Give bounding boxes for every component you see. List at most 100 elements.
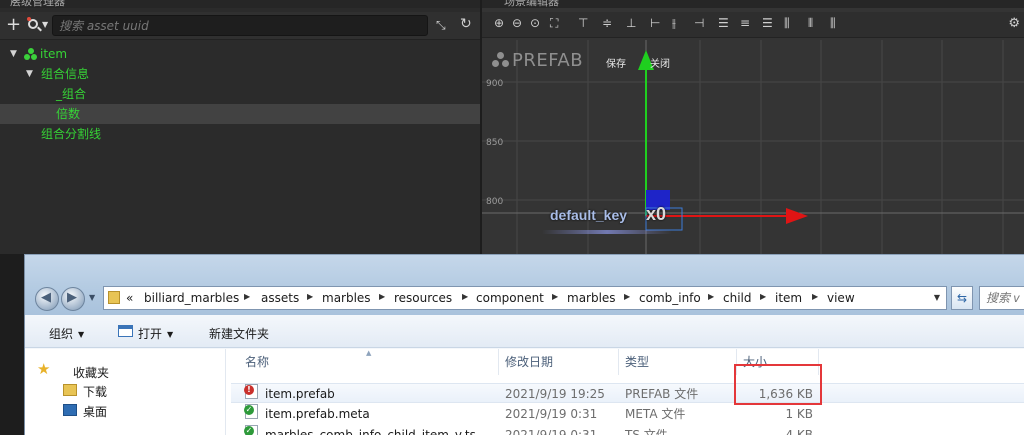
history-dropdown-icon[interactable]: ▼ [89,293,95,302]
hierarchy-search-input[interactable] [52,15,428,36]
refresh-icon[interactable]: ↻ [460,16,472,32]
tree-item-item[interactable]: ▼ item [0,44,480,64]
breadcrumb-item[interactable]: item [775,291,802,305]
breadcrumb-separator-icon[interactable]: ▶ [552,292,558,301]
command-bar: 组织 ▼ 打开 ▼ 新建文件夹 [25,315,1024,348]
tree-item-combo[interactable]: _组合 [0,84,480,104]
breadcrumb-assets[interactable]: assets [261,291,299,305]
breadcrumb-separator-icon[interactable]: ▶ [624,292,630,301]
distribute-top-icon[interactable]: ☰ [718,16,729,30]
align-left-icon[interactable]: ⊢ [650,16,660,30]
tree-item-combo-divider[interactable]: 组合分割线 [0,124,480,144]
breadcrumb-separator-icon[interactable]: ▶ [760,292,766,301]
tree-item-label: 组合信息 [41,67,90,81]
node-underline [542,230,672,234]
breadcrumb-comb-info[interactable]: comb_info [639,291,701,305]
tree-item-label: 组合分割线 [41,127,102,141]
distribute-v-center-icon[interactable]: ≡ [740,16,750,30]
nav-label: 桌面 [83,405,108,419]
align-right-icon[interactable]: ⊣ [694,16,704,30]
x-axis-arrow-icon[interactable] [786,208,808,224]
zoom-out-icon[interactable]: ⊖ [512,16,522,30]
new-folder-button[interactable]: 新建文件夹 [209,325,269,342]
fit-icon[interactable]: ⛶ [550,16,558,31]
align-h-center-icon[interactable]: ⫲ [672,16,676,31]
breadcrumb-billiard-marbles[interactable]: billiard_marbles [144,291,239,305]
tree-item-combo-info[interactable]: ▼ 组合信息 [0,64,480,84]
file-row-item-prefab[interactable]: ! item.prefab 2021/9/19 19:25 PREFAB 文件 … [231,383,1024,403]
file-row-item-prefab-meta[interactable]: ✓ item.prefab.meta 2021/9/19 0:31 META 文… [231,404,1024,424]
breadcrumb-separator-icon[interactable]: ▶ [307,292,313,301]
distribute-left-icon[interactable]: ⫼ [784,16,790,31]
nav-item-desktop[interactable]: 桌面 [25,401,225,419]
nav-label: 下载 [83,385,108,399]
back-button[interactable]: ◀ [35,287,59,311]
breadcrumb-separator-icon[interactable]: ▶ [244,292,250,301]
file-type: META 文件 [625,407,686,421]
zoom-in-icon[interactable]: ⊕ [494,16,504,30]
hierarchy-panel: 层级管理器 × + ▼ ⤡ ↻ ▼ item ▼ 组合信息 _组合 倍数 组合分… [0,0,480,254]
zoom-reset-icon[interactable]: ⊙ [530,16,540,30]
close-icon[interactable]: × [10,0,470,6]
align-top-icon[interactable]: ⊤ [578,16,588,30]
file-row-ts[interactable]: ✓ marbles_comb_info_child_item_v.ts 2021… [231,425,1024,435]
column-header-name[interactable]: 名称 [239,349,499,375]
arrow-right-icon: ▶ [67,290,77,305]
file-size: 4 KB [785,428,813,435]
close-prefab-button[interactable]: 关闭 [650,55,670,70]
distribute-right-icon[interactable]: ⫼ [830,16,836,31]
error-badge-icon: ! [244,385,254,395]
chevron-down-icon: ▼ [78,330,85,339]
breadcrumb-view[interactable]: view [827,291,855,305]
column-header-date[interactable]: 修改日期 [499,349,619,375]
tree-item-label: 倍数 [56,107,81,121]
breadcrumb-separator-icon[interactable]: ▶ [812,292,818,301]
nav-item-downloads[interactable]: 下载 [25,381,225,399]
breadcrumb-overflow[interactable]: « [126,291,133,305]
organize-button[interactable]: 组织 ▼ [49,325,84,342]
file-name: item.prefab.meta [265,407,370,421]
chevron-down-icon: ▼ [167,330,174,339]
breadcrumb-marbles-2[interactable]: marbles [567,291,616,305]
y-label-800: 800 [486,197,504,207]
scene-title: 场景编辑器 [504,0,559,8]
organize-label: 组织 [49,327,74,341]
collapse-all-icon[interactable]: ⤡ [436,18,446,33]
distribute-bottom-icon[interactable]: ☰ [762,16,773,30]
hierarchy-toolbar: + ▼ ⤡ ↻ [0,12,480,40]
scene-toolbar: ⊕ ⊖ ⊙ ⛶ ⊤ ≑ ⊥ ⊢ ⫲ ⊣ ☰ ≡ ☰ ⫼ ⫴ ⫼ ⚙ [482,12,1024,38]
node-value-text[interactable]: x0 [646,204,666,225]
save-button[interactable]: 保存 [606,55,626,70]
explorer-search-input[interactable] [979,286,1024,310]
tree-item-multiplier[interactable]: 倍数 [0,104,480,124]
navigation-pane: ★ 收藏夹 下载 桌面 [25,349,225,435]
refresh-button[interactable]: ⇆ [951,286,973,310]
breadcrumb-component[interactable]: component [476,291,544,305]
expand-arrow-icon[interactable]: ▼ [10,44,17,64]
breadcrumb-child[interactable]: child [723,291,752,305]
breadcrumb-marbles[interactable]: marbles [322,291,371,305]
file-date: 2021/9/19 0:31 [505,407,598,421]
column-header-type[interactable]: 类型 [619,349,737,375]
star-icon: ★ [37,360,51,378]
node-label-text[interactable]: default_key [550,207,627,223]
scene-editor-panel: 场景编辑器 ⊕ ⊖ ⊙ ⛶ ⊤ ≑ ⊥ ⊢ ⫲ ⊣ ☰ ≡ ☰ ⫼ ⫴ ⫼ ⚙ [482,0,1024,254]
refresh-icon: ⇆ [956,291,968,305]
distribute-h-center-icon[interactable]: ⫴ [808,16,813,31]
breadcrumb-resources[interactable]: resources [394,291,452,305]
add-node-button[interactable]: + [6,14,21,35]
align-v-center-icon[interactable]: ≑ [602,16,612,30]
open-button[interactable]: 打开 ▼ [138,325,173,342]
nav-item-favorites[interactable]: ★ 收藏夹 [25,360,225,380]
nav-label: 收藏夹 [73,366,110,380]
settings-icon[interactable]: ⚙ [1008,16,1020,31]
breadcrumb-separator-icon[interactable]: ▶ [379,292,385,301]
breadcrumb-separator-icon[interactable]: ▶ [708,292,714,301]
breadcrumb-separator-icon[interactable]: ▶ [462,292,468,301]
search-filter-icon[interactable]: ▼ [26,17,48,33]
address-dropdown-icon[interactable]: ▼ [934,293,940,302]
forward-button[interactable]: ▶ [61,287,85,311]
expand-arrow-icon[interactable]: ▼ [26,64,33,84]
align-bottom-icon[interactable]: ⊥ [626,16,636,30]
address-bar[interactable]: « billiard_marbles ▶ assets ▶ marbles ▶ … [103,286,947,310]
